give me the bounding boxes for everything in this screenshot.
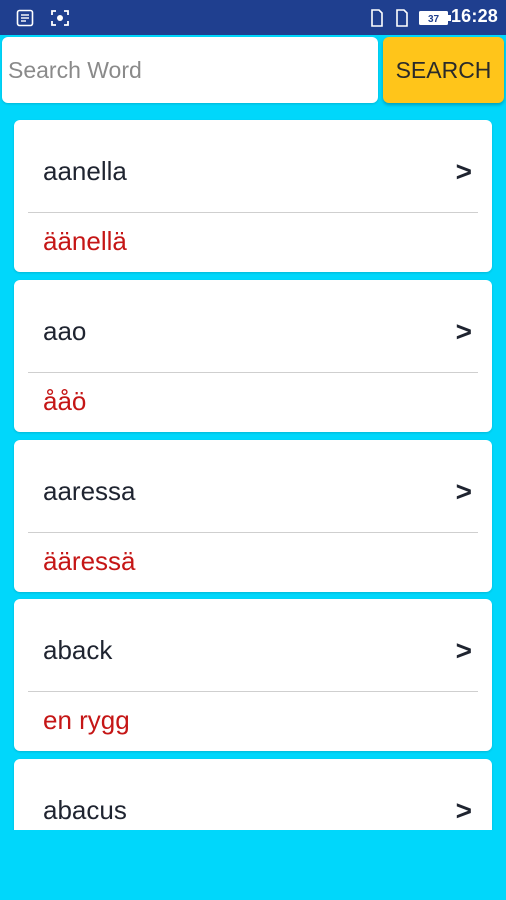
list-item[interactable]: aback > en rygg <box>14 599 492 751</box>
battery-level: 37 <box>428 14 440 25</box>
chevron-right-icon[interactable]: > <box>456 156 472 188</box>
entry-translation: ääressä <box>43 546 136 576</box>
word-list: aanella > äänellä aao > ååö aaressa > ää… <box>0 107 506 830</box>
divider <box>28 532 478 533</box>
chevron-right-icon[interactable]: > <box>456 316 472 348</box>
sim2-icon <box>395 9 409 32</box>
battery-icon: 37 <box>418 10 452 31</box>
entry-word: abacus <box>43 795 127 825</box>
divider <box>28 212 478 213</box>
entry-translation: äänellä <box>43 226 127 256</box>
entry-word: aaressa <box>43 476 136 506</box>
sim1-icon <box>370 9 384 32</box>
divider <box>28 372 478 373</box>
chevron-right-icon[interactable]: > <box>456 795 472 827</box>
search-button[interactable]: SEARCH <box>383 37 504 103</box>
list-item[interactable]: abacus > <box>14 759 492 830</box>
search-input[interactable] <box>2 37 378 103</box>
list-item[interactable]: aaressa > ääressä <box>14 440 492 592</box>
entry-word: aao <box>43 316 87 346</box>
list-item[interactable]: aanella > äänellä <box>14 120 492 272</box>
screenshot-icon <box>50 9 70 27</box>
divider <box>28 691 478 692</box>
entry-translation: en rygg <box>43 705 130 735</box>
notes-icon <box>16 9 34 27</box>
entry-word: aback <box>43 635 113 665</box>
status-bar: 37 16:28 <box>0 0 506 35</box>
search-bar: SEARCH <box>0 35 506 107</box>
list-item[interactable]: aao > ååö <box>14 280 492 432</box>
chevron-right-icon[interactable]: > <box>456 476 472 508</box>
chevron-right-icon[interactable]: > <box>456 635 472 667</box>
entry-translation: ååö <box>43 386 87 416</box>
status-time: 16:28 <box>450 6 498 26</box>
entry-word: aanella <box>43 156 127 186</box>
